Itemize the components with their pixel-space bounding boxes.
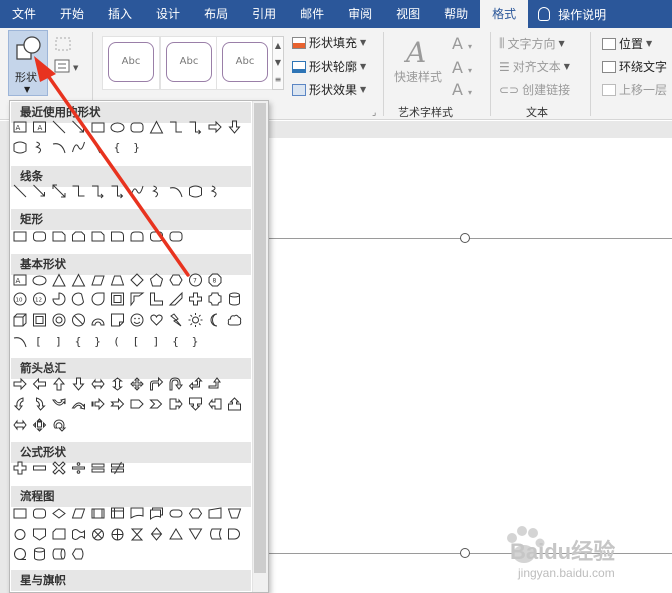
word-window: 文件 开始 插入 设计 布局 引用 邮件 审阅 视图 帮助 格式 操作说明 形状…: [0, 0, 672, 593]
annotation-arrow: [34, 56, 190, 277]
watermark-brand: Baidu经验: [510, 539, 616, 564]
baidu-watermark: Baidu经验 jingyan.baidu.com: [500, 522, 670, 592]
watermark-url: jingyan.baidu.com: [518, 566, 615, 580]
